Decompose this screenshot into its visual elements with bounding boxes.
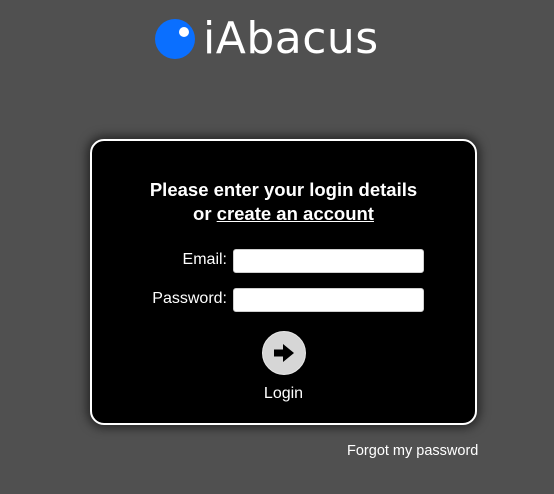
- password-row: Password:: [92, 288, 475, 312]
- forgot-password-link[interactable]: Forgot my password: [347, 442, 478, 460]
- email-label: Email:: [182, 251, 227, 268]
- login-card: Please enter your login details or creat…: [90, 139, 477, 425]
- login-label: Login: [263, 385, 304, 402]
- bead-dot-icon: [155, 19, 195, 59]
- password-label: Password:: [152, 290, 227, 307]
- create-account-link[interactable]: create an account: [217, 203, 374, 224]
- heading-line1: Please enter your login details: [149, 179, 418, 200]
- arrow-right-icon: [274, 344, 294, 362]
- email-row: Email:: [92, 249, 475, 273]
- brand-logo: iAbacus: [155, 14, 379, 64]
- password-field[interactable]: [233, 288, 424, 312]
- heading-or: or: [193, 203, 212, 224]
- brand-name: iAbacus: [203, 13, 379, 64]
- login-heading: Please enter your login details or creat…: [92, 178, 475, 226]
- login-button[interactable]: [262, 331, 306, 375]
- email-field[interactable]: [233, 249, 424, 273]
